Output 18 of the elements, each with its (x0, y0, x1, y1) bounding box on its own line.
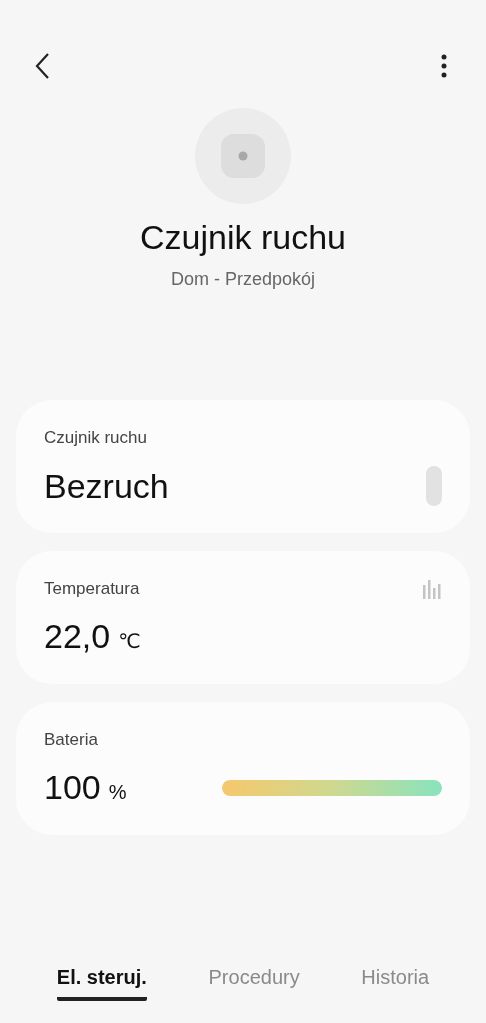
battery-card[interactable]: Bateria 100 % (16, 702, 470, 835)
indicator-icon (426, 466, 442, 506)
reading: 22,0 (44, 617, 111, 655)
sensor-icon (221, 134, 265, 178)
unit: ℃ (118, 630, 141, 652)
card-label: Bateria (44, 730, 99, 750)
card-label: Czujnik ruchu (44, 428, 148, 448)
tab[interactable]: El. steruj. (56, 958, 147, 1001)
unit: % (108, 781, 127, 803)
back-icon (34, 52, 50, 80)
sensor-card[interactable]: Czujnik ruchu Bezruch (16, 400, 470, 533)
card-label: Temperatura (44, 579, 140, 599)
reading: 100 (44, 768, 101, 806)
device-name: Czujnik ruchu (140, 218, 346, 257)
status-value: Bezruch (44, 466, 169, 506)
more-icon (441, 54, 447, 78)
temperature-card[interactable]: Temperatura 22,0 ℃ (16, 551, 470, 684)
device-location: Dom - Przedpokój (170, 269, 316, 290)
